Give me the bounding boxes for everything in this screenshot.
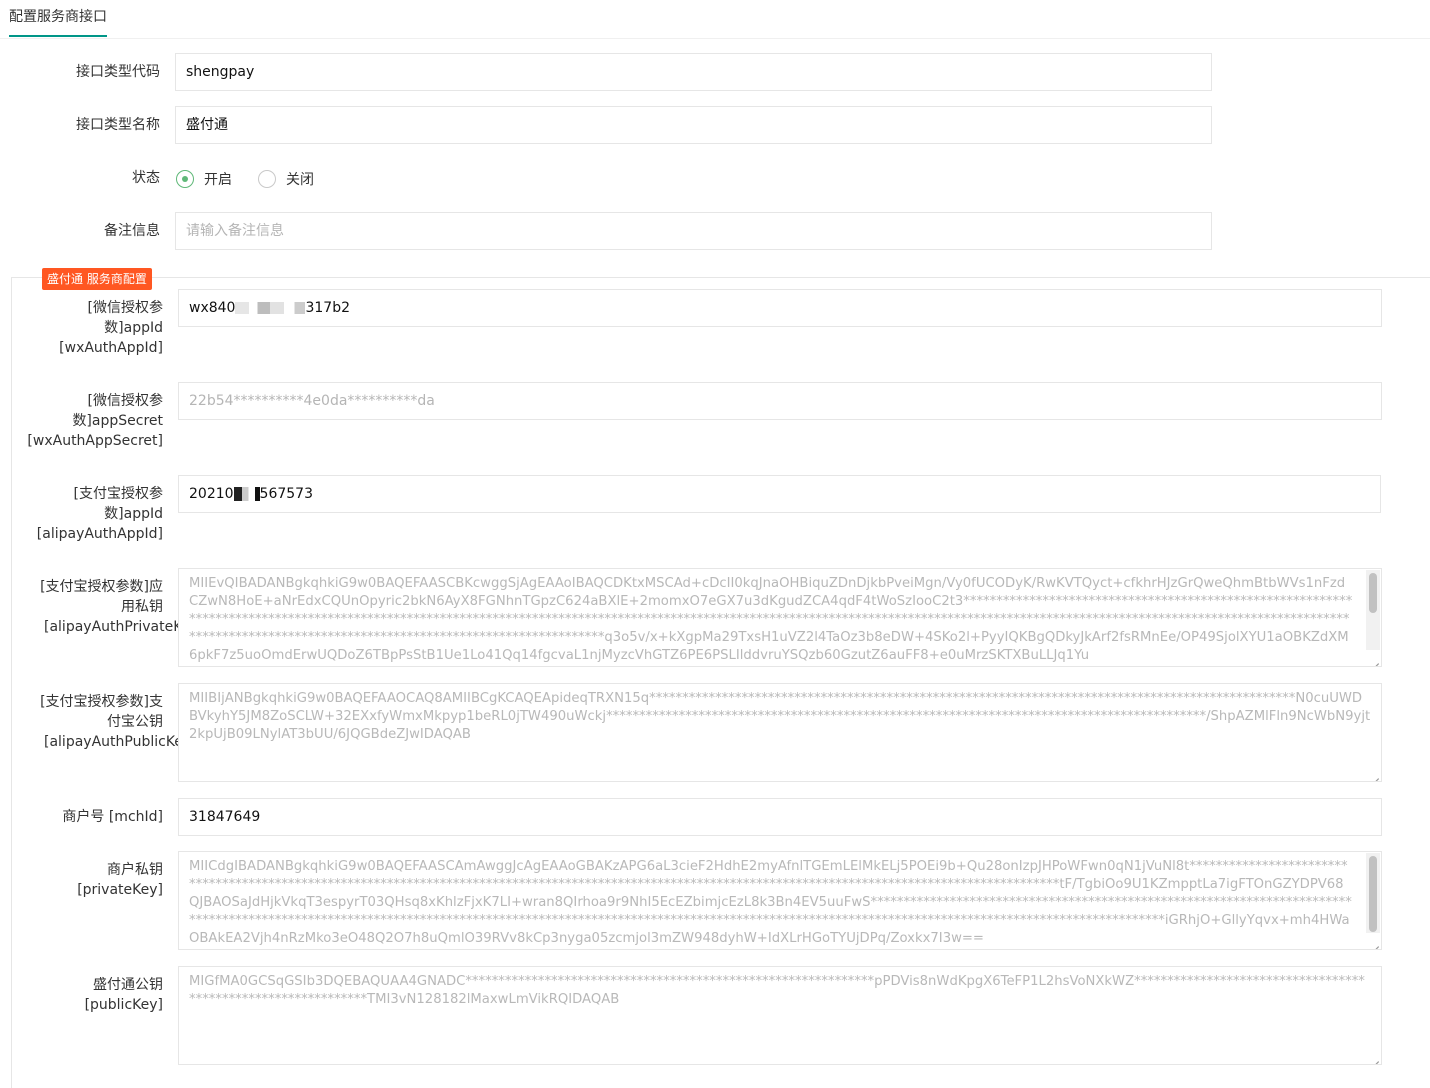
ali-public-key-label: [支付宝授权参数]支 付宝公钥 [alipayAuthPublicKey]: [20, 692, 197, 752]
wx-secret-input[interactable]: 22b54**********4e0da**********da: [178, 382, 1382, 420]
resize-grip-icon[interactable]: [1370, 770, 1380, 780]
public-key-textarea[interactable]: MIGfMA0GCSqGSIb3DQEBAQUAA4GNADC*********…: [178, 966, 1382, 1065]
ali-appid-value-start: 20210: [189, 486, 234, 502]
ali-appid-label-line2: 数]appId: [104, 506, 163, 522]
ali-public-key-label-line1: [支付宝授权参数]支: [40, 694, 163, 710]
wx-secret-label-line3: [wxAuthAppSecret]: [27, 433, 163, 449]
scroll-thumb[interactable]: [1369, 856, 1377, 932]
type-code-label: 接口类型代码: [76, 64, 160, 80]
ali-public-key-placeholder: MIIBIjANBgkqhkiG9w0BAQEFAAOCAQ8AMIIBCgKC…: [189, 691, 1371, 742]
resize-grip-icon[interactable]: [1370, 655, 1380, 665]
provider-config-legend: 盛付通 服务商配置: [42, 268, 152, 290]
status-radio-on[interactable]: 开启: [176, 169, 232, 189]
wx-appid-label-line1: [微信授权参: [87, 300, 163, 316]
resize-grip-icon[interactable]: [1370, 938, 1380, 948]
status-on-label: 开启: [204, 172, 232, 188]
redaction-mask: [233, 487, 260, 501]
scroll-thumb[interactable]: [1369, 573, 1377, 613]
radio-checked-icon: [176, 170, 194, 188]
ali-appid-input[interactable]: 20210 567573: [178, 475, 1381, 513]
ali-private-key-label-line2: 用私钥: [121, 599, 163, 615]
resize-grip-icon[interactable]: [1370, 1053, 1380, 1063]
wx-appid-value-end: 317b2: [305, 300, 350, 316]
status-label: 状态: [132, 170, 160, 186]
wx-secret-label: [微信授权参 数]appSecret [wxAuthAppSecret]: [20, 391, 163, 451]
ali-private-key-label-line1: [支付宝授权参数]应: [40, 579, 163, 595]
remark-input[interactable]: 请输入备注信息: [175, 212, 1212, 250]
status-off-label: 关闭: [286, 172, 314, 188]
private-key-label-line2: [privateKey]: [77, 882, 163, 898]
public-key-label: 盛付通公钥 [publicKey]: [20, 975, 163, 1015]
wx-appid-input[interactable]: wx840 317b2: [178, 289, 1382, 327]
mch-id-input[interactable]: 31847649: [178, 798, 1382, 836]
wx-appid-value-start: wx840: [189, 300, 236, 316]
private-key-textarea[interactable]: MIICdgIBADANBgkqhkiG9w0BAQEFAASCAmAwggJc…: [178, 851, 1382, 950]
public-key-label-line2: [publicKey]: [84, 997, 163, 1013]
public-key-placeholder: MIGfMA0GCSqGSIb3DQEBAQUAA4GNADC*********…: [189, 974, 1365, 1007]
ali-public-key-label-line2: 付宝公钥: [107, 714, 163, 730]
ali-appid-label-line1: [支付宝授权参: [73, 486, 163, 502]
wx-secret-label-line1: [微信授权参: [87, 393, 163, 409]
redaction-mask: [235, 302, 306, 314]
ali-appid-label-line3: [alipayAuthAppId]: [36, 526, 163, 542]
type-code-input[interactable]: shengpay: [175, 53, 1212, 91]
ali-appid-value-end: 567573: [259, 486, 313, 502]
ali-private-key-textarea[interactable]: MIIEvQIBADANBgkqhkiG9w0BAQEFAASCBKcwggSj…: [178, 568, 1382, 667]
ali-public-key-textarea[interactable]: MIIBIjANBgkqhkiG9w0BAQEFAAOCAQ8AMIIBCgKC…: [178, 683, 1382, 782]
ali-appid-label: [支付宝授权参 数]appId [alipayAuthAppId]: [20, 484, 163, 544]
wx-appid-label-line3: [wxAuthAppId]: [59, 340, 163, 356]
private-key-scrollbar[interactable]: [1366, 853, 1380, 933]
type-name-label: 接口类型名称: [76, 117, 160, 133]
tab-bar: 配置服务商接口: [0, 0, 1430, 39]
radio-unchecked-icon: [258, 170, 276, 188]
type-name-input[interactable]: 盛付通: [175, 106, 1212, 144]
ali-private-key-placeholder: MIIEvQIBADANBgkqhkiG9w0BAQEFAASCBKcwggSj…: [189, 576, 1353, 663]
mch-id-label: 商户号 [mchId]: [62, 809, 163, 825]
tab-active-indicator: [9, 35, 107, 37]
status-radio-off[interactable]: 关闭: [258, 169, 314, 189]
wx-appid-label-line2: 数]appId: [104, 320, 163, 336]
public-key-label-line1: 盛付通公钥: [93, 977, 163, 993]
ali-private-key-label-line3: [alipayAuthPrivateKey]: [44, 619, 205, 635]
tab-config-provider-interface[interactable]: 配置服务商接口: [9, 7, 107, 27]
remark-label: 备注信息: [104, 223, 160, 239]
ali-private-key-scrollbar[interactable]: [1366, 570, 1380, 650]
ali-public-key-label-line3: [alipayAuthPublicKey]: [44, 734, 197, 750]
private-key-label-line1: 商户私钥: [107, 862, 163, 878]
wx-appid-label: [微信授权参 数]appId [wxAuthAppId]: [20, 298, 163, 358]
ali-private-key-label: [支付宝授权参数]应 用私钥 [alipayAuthPrivateKey]: [20, 577, 205, 637]
private-key-label: 商户私钥 [privateKey]: [20, 860, 163, 900]
wx-secret-label-line2: 数]appSecret: [72, 413, 163, 429]
private-key-placeholder: MIICdgIBADANBgkqhkiG9w0BAQEFAASCAmAwggJc…: [189, 859, 1352, 946]
